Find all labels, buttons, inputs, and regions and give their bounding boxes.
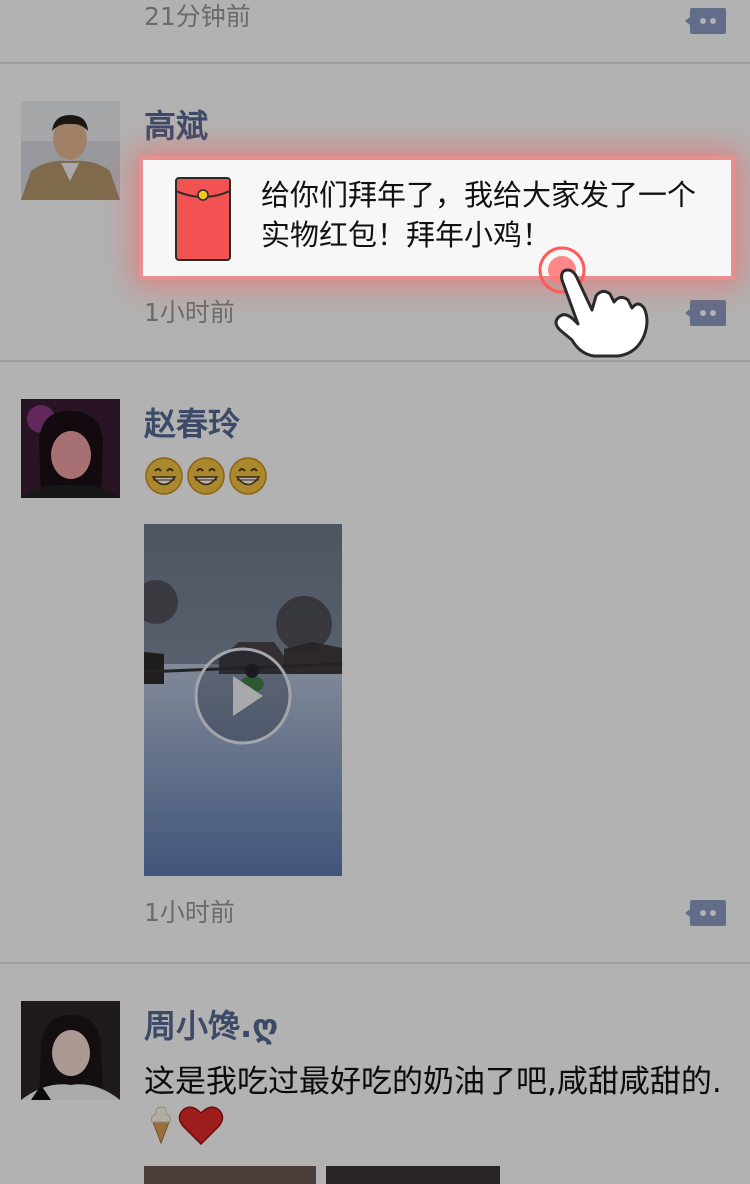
avatar[interactable] <box>21 399 120 498</box>
post-text: 这是我吃过最好吃的奶油了吧,咸甜咸甜的. <box>144 1060 724 1148</box>
grinning-face-emoji <box>145 457 183 495</box>
post-time: 21分钟前 <box>144 2 251 31</box>
moment-post: 21分钟前 <box>0 0 750 64</box>
post-image[interactable] <box>326 1166 500 1184</box>
post-image[interactable] <box>144 1166 316 1184</box>
comment-button[interactable] <box>684 298 728 328</box>
comment-icon <box>685 900 726 926</box>
author-name[interactable]: 高斌 <box>144 104 208 148</box>
author-name[interactable]: 赵春玲 <box>144 402 240 446</box>
comment-button[interactable] <box>684 6 728 36</box>
soft-ice-cream-emoji <box>151 1106 171 1145</box>
avatar[interactable] <box>21 1001 120 1100</box>
post-time: 1小时前 <box>144 898 235 927</box>
post-time: 1小时前 <box>144 298 235 327</box>
comment-icon <box>685 300 726 326</box>
video-thumbnail[interactable] <box>144 524 342 876</box>
post-text-content: 这是我吃过最好吃的奶油了吧,咸甜咸甜的. <box>144 1064 722 1100</box>
tap-hand-icon <box>532 240 662 360</box>
emoji-row <box>144 456 268 496</box>
red-heart-emoji <box>178 1106 224 1146</box>
grinning-face-emoji <box>187 457 225 495</box>
moment-post: 赵春玲 1小时前 <box>0 362 750 964</box>
comment-icon <box>685 8 726 34</box>
grinning-face-emoji <box>229 457 267 495</box>
avatar[interactable] <box>21 101 120 200</box>
red-packet-icon <box>175 177 231 261</box>
comment-button[interactable] <box>684 898 728 928</box>
moment-post: 周小馋.ღ 这是我吃过最好吃的奶油了吧,咸甜咸甜的. <box>0 964 750 1184</box>
author-name[interactable]: 周小馋.ღ <box>144 1004 278 1048</box>
